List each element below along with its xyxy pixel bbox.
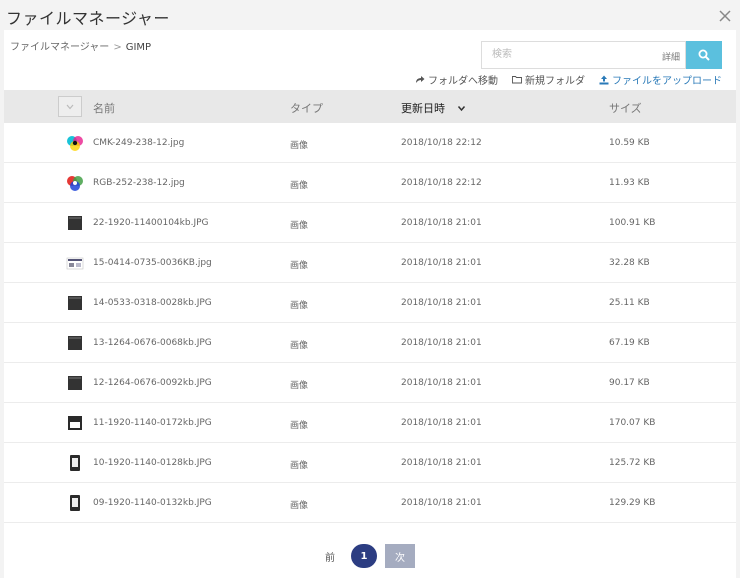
file-thumbnail xyxy=(66,174,84,192)
file-thumbnail xyxy=(66,494,84,512)
file-size: 67.19 KB xyxy=(609,338,650,348)
search-button[interactable] xyxy=(686,41,722,69)
file-name: 14-0533-0318-0028kb.JPG xyxy=(93,298,212,308)
search-detail-link[interactable]: 詳細 xyxy=(662,50,680,63)
file-modified: 2018/10/18 21:01 xyxy=(401,338,482,348)
file-modified: 2018/10/18 22:12 xyxy=(401,138,482,148)
upload-file-button[interactable]: ファイルをアップロード xyxy=(599,72,722,87)
search-input[interactable] xyxy=(490,48,630,61)
file-row[interactable]: 11-1920-1140-0172kb.JPG 画像 2018/10/18 21:0… xyxy=(4,403,736,443)
breadcrumb-separator: > xyxy=(113,42,122,53)
search-icon xyxy=(698,49,710,61)
file-manager-dialog: ファイルマネージャー >GIMP 詳細 フォルダへ移動 新規フォルダ xyxy=(4,30,736,578)
file-row[interactable]: 15-0414-0735-0036KB.jpg 画像 2018/10/18 21:0… xyxy=(4,243,736,283)
file-thumbnail xyxy=(66,294,84,312)
folder-icon xyxy=(512,76,522,84)
file-size: 32.28 KB xyxy=(609,258,650,268)
column-header-name[interactable]: 名前 xyxy=(93,100,115,116)
file-row[interactable]: 12-1264-0676-0092kb.JPG 画像 2018/10/18 21:0… xyxy=(4,363,736,403)
close-icon[interactable] xyxy=(718,9,732,23)
file-modified: 2018/10/18 21:01 xyxy=(401,218,482,228)
file-type: 画像 xyxy=(290,341,309,351)
table-header: 名前 タイプ 更新日時 サイズ xyxy=(4,90,736,123)
file-type: 画像 xyxy=(290,381,309,391)
file-size: 125.72 KB xyxy=(609,458,656,468)
file-modified: 2018/10/18 22:12 xyxy=(401,178,482,188)
search-box: 詳細 xyxy=(481,41,686,69)
file-modified: 2018/10/18 21:01 xyxy=(401,418,482,428)
file-size: 90.17 KB xyxy=(609,378,650,388)
file-row[interactable]: RGB-252-238-12.jpg 画像 2018/10/18 22:12 11.9… xyxy=(4,163,736,203)
column-header-modified[interactable]: 更新日時 xyxy=(401,100,466,116)
file-name: 22-1920-11400104kb.JPG xyxy=(93,218,209,228)
page-number-button[interactable]: 1 xyxy=(351,544,377,568)
next-page-button[interactable]: 次 xyxy=(385,544,415,568)
file-modified: 2018/10/18 21:01 xyxy=(401,378,482,388)
file-type: 画像 xyxy=(290,461,309,471)
file-type: 画像 xyxy=(290,141,309,151)
file-thumbnail xyxy=(66,414,84,432)
file-thumbnail xyxy=(66,214,84,232)
file-type: 画像 xyxy=(290,421,309,431)
file-modified: 2018/10/18 21:01 xyxy=(401,298,482,308)
file-list: CMK-249-238-12.jpg 画像 2018/10/18 22:12 10.5… xyxy=(4,123,736,523)
file-type: 画像 xyxy=(290,221,309,231)
breadcrumb: ファイルマネージャー > GIMP xyxy=(10,38,151,53)
file-modified: 2018/10/18 21:01 xyxy=(401,498,482,508)
file-size: 129.29 KB xyxy=(609,498,656,508)
file-thumbnail xyxy=(66,334,84,352)
file-actions: フォルダへ移動 新規フォルダ ファイルをアップロード xyxy=(415,72,722,87)
file-name: RGB-252-238-12.jpg xyxy=(93,178,185,188)
file-modified: 2018/10/18 21:01 xyxy=(401,258,482,268)
file-name: 12-1264-0676-0092kb.JPG xyxy=(93,378,212,388)
upload-file-label: ファイルをアップロード xyxy=(612,76,722,87)
file-thumbnail xyxy=(66,134,84,152)
file-size: 100.91 KB xyxy=(609,218,656,228)
column-header-type[interactable]: タイプ xyxy=(290,100,323,116)
move-to-folder-label: フォルダへ移動 xyxy=(428,76,498,87)
file-name: CMK-249-238-12.jpg xyxy=(93,138,185,148)
file-row[interactable]: CMK-249-238-12.jpg 画像 2018/10/18 22:12 10.5… xyxy=(4,123,736,163)
file-thumbnail xyxy=(66,254,84,272)
file-row[interactable]: 22-1920-11400104kb.JPG 画像 2018/10/18 21:01… xyxy=(4,203,736,243)
breadcrumb-root[interactable]: ファイルマネージャー xyxy=(10,42,109,53)
file-size: 11.93 KB xyxy=(609,178,650,188)
prev-page-button[interactable]: 前 xyxy=(325,549,335,564)
file-name: 15-0414-0735-0036KB.jpg xyxy=(93,258,212,268)
move-to-folder-button[interactable]: フォルダへ移動 xyxy=(415,72,498,87)
file-type: 画像 xyxy=(290,501,309,511)
file-thumbnail xyxy=(66,374,84,392)
file-type: 画像 xyxy=(290,301,309,311)
file-name: 13-1264-0676-0068kb.JPG xyxy=(93,338,212,348)
share-arrow-icon xyxy=(416,76,425,83)
column-header-size[interactable]: サイズ xyxy=(609,100,642,116)
file-thumbnail xyxy=(66,454,84,472)
upload-icon xyxy=(599,75,609,84)
file-row[interactable]: 14-0533-0318-0028kb.JPG 画像 2018/10/18 21:0… xyxy=(4,283,736,323)
file-type: 画像 xyxy=(290,181,309,191)
file-size: 25.11 KB xyxy=(609,298,650,308)
new-folder-button[interactable]: 新規フォルダ xyxy=(512,72,585,87)
file-row[interactable]: 13-1264-0676-0068kb.JPG 画像 2018/10/18 21:0… xyxy=(4,323,736,363)
file-name: 11-1920-1140-0172kb.JPG xyxy=(93,418,212,428)
file-modified: 2018/10/18 21:01 xyxy=(401,458,482,468)
pagination: 前 1 次 xyxy=(4,543,736,569)
file-name: 09-1920-1140-0132kb.JPG xyxy=(93,498,212,508)
chevron-down-icon xyxy=(66,104,74,109)
file-size: 10.59 KB xyxy=(609,138,650,148)
file-row[interactable]: 09-1920-1140-0132kb.JPG 画像 2018/10/18 21:0… xyxy=(4,483,736,523)
file-name: 10-1920-1140-0128kb.JPG xyxy=(93,458,212,468)
breadcrumb-current: GIMP xyxy=(125,42,152,53)
select-all-dropdown[interactable] xyxy=(58,96,82,117)
sort-desc-icon xyxy=(457,106,465,112)
column-header-modified-label: 更新日時 xyxy=(401,102,445,115)
dialog-title: ファイルマネージャー xyxy=(6,9,170,28)
file-size: 170.07 KB xyxy=(609,418,656,428)
file-type: 画像 xyxy=(290,261,309,271)
file-row[interactable]: 10-1920-1140-0128kb.JPG 画像 2018/10/18 21:0… xyxy=(4,443,736,483)
new-folder-label: 新規フォルダ xyxy=(525,76,585,87)
